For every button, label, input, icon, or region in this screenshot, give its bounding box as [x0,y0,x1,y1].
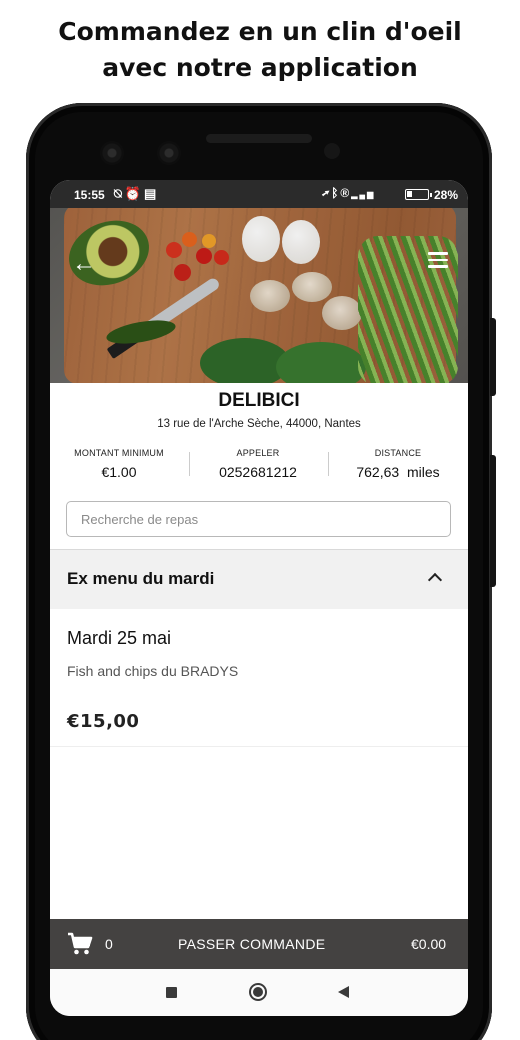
restaurant-hero-image: ← [50,208,468,383]
news-icon: ▤ [144,186,160,201]
cart-bar[interactable]: 0 PASSER COMMANDE €0.00 [50,919,468,969]
front-camera-icon [157,141,181,165]
menu-item-price: €15,00 [67,711,140,732]
earpiece-speaker [206,134,312,143]
home-icon[interactable] [249,983,267,1001]
phone-number[interactable]: 0252681212 [190,464,326,480]
distance-info: DISTANCE 762,63 miles [330,448,466,480]
minimum-order-info: MONTANT MINIMUM €1.00 [51,448,187,480]
minimum-order-value: €1.00 [101,464,137,480]
status-bar: 15:55 ⍉⏰▤ ➚ᛒ®▂▄▆ 28% [50,180,468,208]
status-time: 15:55 [74,188,105,202]
battery-icon [405,189,432,200]
power-button [490,318,496,396]
notification-icons: ⍉⏰▤ [114,186,159,202]
battery-fill [407,191,412,197]
menu-item-title: Mardi 25 mai [67,628,172,648]
hamburger-menu-icon[interactable] [428,252,448,268]
menu-item-description: Fish and chips du BRADYS [67,663,239,679]
front-camera-icon [100,141,124,165]
cart-total: €0.00 [411,936,447,952]
signal-4g-icon: ▂▄▆ [351,190,376,199]
restaurant-address: 13 rue de l'Arche Sèche, 44000, Nantes [157,418,361,430]
menu-item[interactable]: Mardi 25 mai Fish and chips du BRADYS €1… [50,609,468,747]
chevron-up-icon[interactable] [427,572,443,588]
call-label: APPELER [236,448,280,458]
location-icon: ➚ [322,186,332,200]
system-icons: ➚ᛒ®▂▄▆ [322,186,375,200]
recents-icon[interactable] [166,987,177,998]
distance-label: DISTANCE [374,448,422,458]
alarm-icon: ⏰ [124,186,144,201]
system-nav-bar [50,969,468,1016]
battery-percent: 28% [434,188,459,202]
volume-button [490,455,496,587]
restaurant-name: DELIBICI [218,390,300,411]
place-order-button[interactable]: PASSER COMMANDE [178,936,325,952]
app-screen: 15:55 ⍉⏰▤ ➚ᛒ®▂▄▆ 28% ← DELIBICI 13 rue d… [50,180,468,1016]
promo-headline-line2: avec notre application [102,53,418,82]
menu-section-title: Ex menu du mardi [67,569,215,588]
cart-item-count: 0 [105,936,113,952]
hero-overlay [50,208,468,383]
shopping-cart-icon [68,932,93,955]
menu-section-header[interactable]: Ex menu du mardi [50,549,468,609]
promo-headline-line1: Commandez en un clin d'oeil [58,17,462,46]
proximity-sensor [324,143,340,159]
promo-headline: Commandez en un clin d'oeil avec notre a… [0,14,520,86]
registered-icon: ® [340,186,352,200]
back-triangle-icon[interactable] [338,986,349,998]
notifications-off-icon: ⍉ [114,186,125,201]
arrow-left-icon[interactable]: ← [72,250,96,278]
meal-search-input[interactable] [66,501,451,537]
divider [328,452,329,476]
distance-value: 762,63 miles [356,464,440,480]
minimum-order-label: MONTANT MINIMUM [74,448,164,458]
call-info[interactable]: APPELER 0252681212 [190,448,326,480]
